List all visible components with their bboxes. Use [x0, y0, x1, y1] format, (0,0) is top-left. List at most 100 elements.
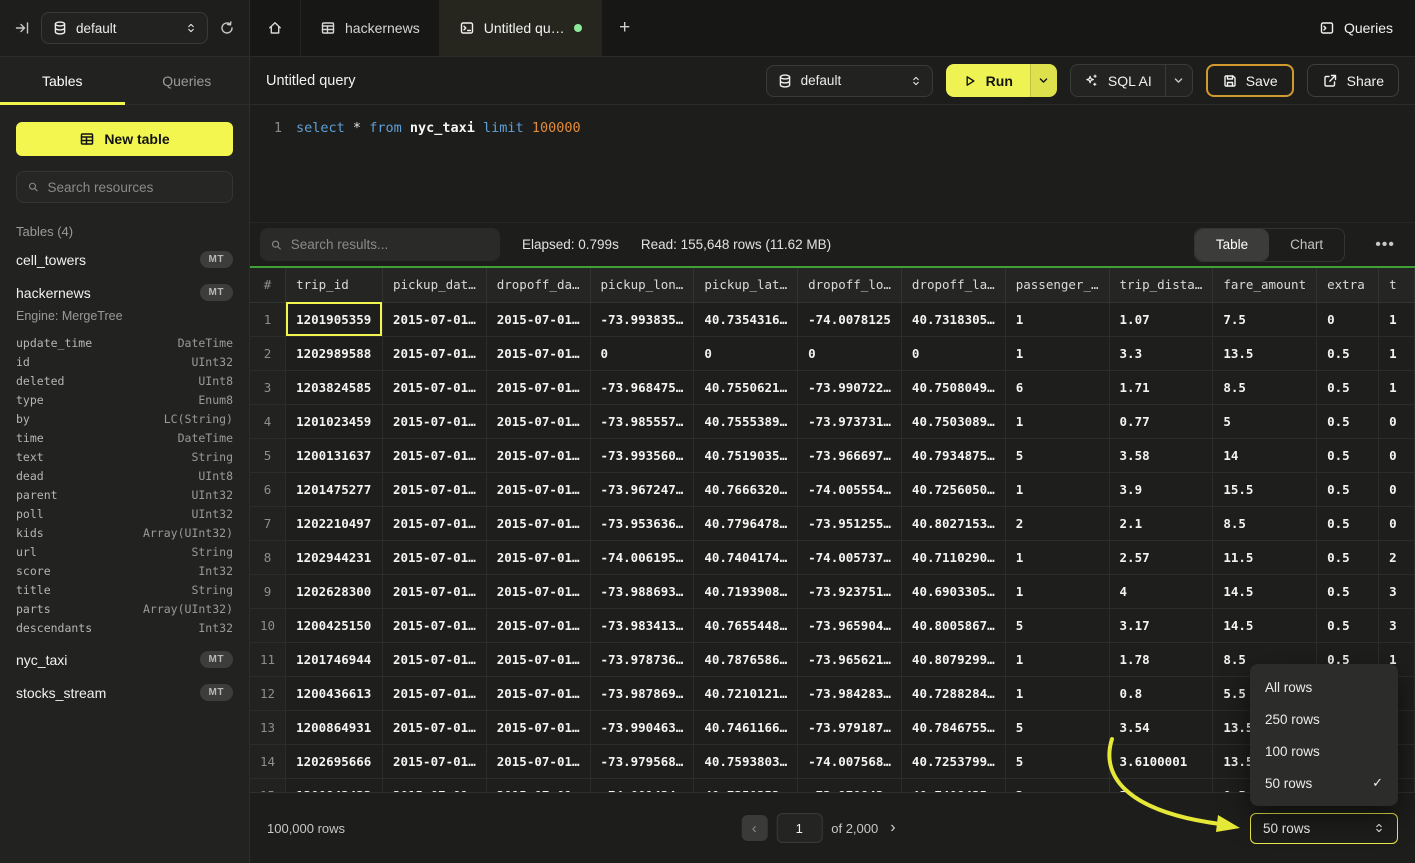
share-button[interactable]: Share — [1307, 64, 1399, 97]
table-cell[interactable]: 40.7210121… — [694, 676, 798, 710]
table-cell[interactable]: 40.7550621… — [694, 370, 798, 404]
table-cell[interactable]: 1202989588 — [286, 336, 383, 370]
page-size-option[interactable]: 100 rows — [1250, 735, 1398, 767]
table-cell[interactable]: 2015-07-01… — [382, 608, 486, 642]
table-cell[interactable]: 0 — [1379, 438, 1415, 472]
page-size-option[interactable]: 50 rows✓ — [1250, 767, 1398, 799]
row-number[interactable]: 11 — [250, 642, 286, 676]
table-cell[interactable]: -73.970843 — [798, 778, 902, 792]
sidebar-collapse-button[interactable] — [14, 20, 30, 36]
column-header[interactable]: passenger_… — [1005, 268, 1109, 302]
table-cell[interactable]: 1201475277 — [286, 472, 383, 506]
database-select-topbar[interactable]: default — [41, 12, 208, 44]
table-cell[interactable]: 1 — [1005, 472, 1109, 506]
row-number[interactable]: 6 — [250, 472, 286, 506]
table-cell[interactable]: -73.978736… — [590, 642, 694, 676]
table-cell[interactable]: 1 — [1005, 642, 1109, 676]
sidebar-tab-queries[interactable]: Queries — [125, 57, 250, 104]
sql-editor[interactable]: 1 select * from nyc_taxi limit 100000 — [250, 105, 1415, 222]
table-cell[interactable]: 0.5 — [1317, 506, 1379, 540]
row-number-header[interactable]: # — [250, 268, 286, 302]
table-cell[interactable]: 1203824585 — [286, 370, 383, 404]
table-cell[interactable]: -73.923751… — [798, 574, 902, 608]
table-cell[interactable]: 40.7193908… — [694, 574, 798, 608]
table-cell[interactable]: 1200864931 — [286, 710, 383, 744]
column-header[interactable]: pickup_dat… — [382, 268, 486, 302]
table-cell[interactable]: 0.77 — [1109, 404, 1213, 438]
table-cell[interactable]: 2015-07-01… — [486, 302, 590, 336]
table-cell[interactable]: 3 — [1379, 574, 1415, 608]
results-search[interactable] — [260, 228, 500, 261]
table-cell[interactable]: 3.17 — [1109, 608, 1213, 642]
sidebar-item-nyc-taxi[interactable]: nyc_taxi MT — [0, 643, 249, 676]
table-cell[interactable]: 2015-07-01… — [486, 676, 590, 710]
tab-hackernews[interactable]: hackernews — [301, 0, 440, 56]
table-cell[interactable]: 40.7408435 — [901, 778, 1005, 792]
table-cell[interactable]: 2015-07-01… — [486, 778, 590, 792]
table-cell[interactable]: 1 — [1005, 336, 1109, 370]
page-size-option[interactable]: All rows — [1250, 671, 1398, 703]
table-cell[interactable]: -73.987869… — [590, 676, 694, 710]
table-cell[interactable]: 40.7461166… — [694, 710, 798, 744]
row-number[interactable]: 4 — [250, 404, 286, 438]
table-cell[interactable]: 2015-07-01… — [486, 404, 590, 438]
table-cell[interactable]: 2015-07-01… — [486, 540, 590, 574]
more-options-button[interactable]: ••• — [1367, 236, 1403, 254]
table-cell[interactable]: -73.988693… — [590, 574, 694, 608]
table-cell[interactable]: 1.71 — [1109, 370, 1213, 404]
row-number[interactable]: 2 — [250, 336, 286, 370]
search-results-input[interactable] — [291, 237, 490, 252]
table-cell[interactable]: 1 — [1005, 676, 1109, 710]
row-number[interactable]: 15 — [250, 778, 286, 792]
table-cell[interactable]: 5 — [1213, 404, 1317, 438]
table-cell[interactable]: 1 — [1005, 302, 1109, 336]
table-cell[interactable]: 0 — [1379, 472, 1415, 506]
table-cell[interactable]: 1 — [1379, 302, 1415, 336]
table-cell[interactable]: 40.7404174… — [694, 540, 798, 574]
table-cell[interactable]: 0 — [1317, 302, 1379, 336]
table-cell[interactable]: 2015-07-01… — [486, 370, 590, 404]
table-cell[interactable]: 1201746944 — [286, 642, 383, 676]
table-cell[interactable]: 0.5 — [1317, 472, 1379, 506]
table-cell[interactable]: 2015-07-01… — [382, 710, 486, 744]
table-cell[interactable]: -73.953636… — [590, 506, 694, 540]
table-cell[interactable]: 8.5 — [1213, 370, 1317, 404]
table-cell[interactable]: 2015-07-01… — [382, 404, 486, 438]
table-cell[interactable]: 0 — [901, 336, 1005, 370]
prev-page-button[interactable]: ‹ — [741, 815, 767, 841]
row-number[interactable]: 14 — [250, 744, 286, 778]
table-cell[interactable]: 2015-07-01… — [382, 506, 486, 540]
database-select-query[interactable]: default — [766, 65, 933, 97]
table-cell[interactable]: 3.9 — [1109, 472, 1213, 506]
table-cell[interactable]: -73.967247… — [590, 472, 694, 506]
run-options-button[interactable] — [1030, 64, 1057, 97]
table-cell[interactable]: 2015-07-01… — [382, 438, 486, 472]
table-cell[interactable]: 2015-07-01… — [382, 642, 486, 676]
table-cell[interactable]: 1202695666 — [286, 744, 383, 778]
table-cell[interactable]: 1201905359 — [286, 302, 383, 336]
table-cell[interactable]: 14.5 — [1213, 608, 1317, 642]
table-cell[interactable]: -74.005554… — [798, 472, 902, 506]
table-cell[interactable]: 0.5 — [1317, 404, 1379, 438]
table-cell[interactable]: 2015-07-01… — [486, 744, 590, 778]
row-number[interactable]: 5 — [250, 438, 286, 472]
column-header[interactable]: dropoff_da… — [486, 268, 590, 302]
refresh-button[interactable] — [219, 20, 235, 36]
row-number[interactable]: 1 — [250, 302, 286, 336]
page-size-select[interactable]: 50 rows — [1250, 813, 1398, 844]
page-size-option[interactable]: 250 rows — [1250, 703, 1398, 735]
table-cell[interactable]: -74.007568… — [798, 744, 902, 778]
table-cell[interactable]: 40.7256050… — [901, 472, 1005, 506]
table-cell[interactable]: 4 — [1109, 574, 1213, 608]
table-cell[interactable]: 1200131637 — [286, 438, 383, 472]
table-cell[interactable]: 40.7796478… — [694, 506, 798, 540]
table-cell[interactable]: 40.7934875… — [901, 438, 1005, 472]
table-cell[interactable]: 1200436613 — [286, 676, 383, 710]
table-cell[interactable]: -73.979187… — [798, 710, 902, 744]
table-cell[interactable]: 3.6100001 — [1109, 744, 1213, 778]
table-cell[interactable]: 1200425150 — [286, 608, 383, 642]
table-cell[interactable]: 2015-07-01… — [486, 438, 590, 472]
tab-home[interactable] — [250, 0, 301, 56]
table-cell[interactable]: 2 — [1005, 778, 1109, 792]
table-cell[interactable]: 0.5 — [1317, 608, 1379, 642]
